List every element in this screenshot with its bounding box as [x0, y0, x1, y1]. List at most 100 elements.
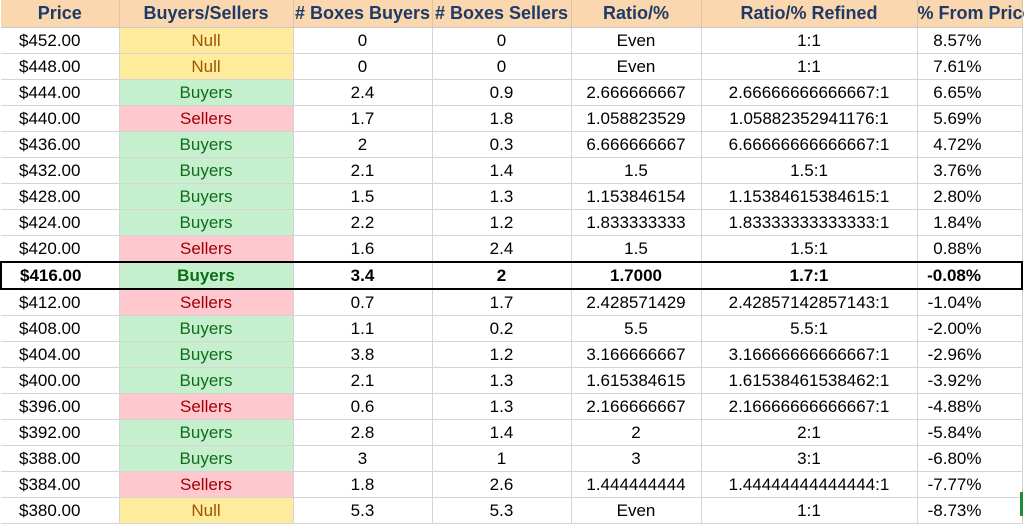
boxes-sellers-cell[interactable]: 1.3 [432, 367, 572, 394]
boxes-buyers-cell[interactable]: 2.1 [293, 367, 433, 394]
boxes-buyers-cell[interactable]: 0.6 [293, 393, 433, 420]
ratio-cell[interactable]: 2 [571, 419, 702, 446]
boxes-sellers-cell[interactable]: 1.3 [432, 183, 572, 210]
price-cell[interactable]: $420.00 [1, 235, 120, 263]
ratio-cell[interactable]: 5.5 [571, 315, 702, 342]
price-cell[interactable]: $440.00 [1, 105, 120, 132]
price-cell[interactable]: $432.00 [1, 157, 120, 184]
from-price-cell[interactable]: 2.80% [917, 183, 1023, 210]
boxes-sellers-cell[interactable]: 0.2 [432, 315, 572, 342]
ratio-cell[interactable]: 1.833333333 [571, 209, 702, 236]
ratio-refined-cell[interactable]: 1.05882352941176:1 [701, 105, 918, 132]
boxes-buyers-cell[interactable]: 2.2 [293, 209, 433, 236]
boxes-sellers-cell[interactable]: 1.3 [432, 393, 572, 420]
from-price-cell[interactable]: 0.88% [917, 235, 1023, 263]
price-cell[interactable]: $392.00 [1, 419, 120, 446]
ratio-refined-cell[interactable]: 2.42857142857143:1 [701, 289, 918, 316]
price-cell[interactable]: $400.00 [1, 367, 120, 394]
price-cell[interactable]: $412.00 [1, 289, 120, 316]
ratio-cell[interactable]: 1.5 [571, 235, 702, 263]
from-price-cell[interactable]: 7.61% [917, 53, 1023, 80]
side-cell[interactable]: Sellers [119, 105, 294, 132]
ratio-refined-cell[interactable]: 1.83333333333333:1 [701, 209, 918, 236]
ratio-refined-cell[interactable]: 1.5:1 [701, 235, 918, 263]
ratio-refined-cell[interactable]: 1:1 [701, 497, 918, 524]
side-cell[interactable]: Buyers [119, 261, 294, 290]
side-cell[interactable]: Sellers [119, 393, 294, 420]
ratio-cell[interactable]: 1.058823529 [571, 105, 702, 132]
boxes-sellers-cell[interactable]: 2.6 [432, 471, 572, 498]
header-boxes-sellers[interactable]: # Boxes Sellers [432, 0, 572, 28]
boxes-sellers-cell[interactable]: 1.2 [432, 209, 572, 236]
ratio-refined-cell[interactable]: 1.15384615384615:1 [701, 183, 918, 210]
from-price-cell[interactable]: -3.92% [917, 367, 1023, 394]
price-cell[interactable]: $428.00 [1, 183, 120, 210]
ratio-cell[interactable]: 2.428571429 [571, 289, 702, 316]
price-cell[interactable]: $408.00 [1, 315, 120, 342]
boxes-sellers-cell[interactable]: 2.4 [432, 235, 572, 263]
ratio-refined-cell[interactable]: 1.7:1 [701, 261, 918, 290]
price-cell[interactable]: $380.00 [1, 497, 120, 524]
from-price-cell[interactable]: 8.57% [917, 27, 1023, 54]
ratio-cell[interactable]: 1.7000 [571, 261, 702, 290]
side-cell[interactable]: Sellers [119, 471, 294, 498]
from-price-cell[interactable]: 5.69% [917, 105, 1023, 132]
from-price-cell[interactable]: 4.72% [917, 131, 1023, 158]
side-cell[interactable]: Buyers [119, 79, 294, 106]
ratio-refined-cell[interactable]: 1.44444444444444:1 [701, 471, 918, 498]
ratio-refined-cell[interactable]: 1:1 [701, 53, 918, 80]
from-price-cell[interactable]: -5.84% [917, 419, 1023, 446]
from-price-cell[interactable]: -2.96% [917, 341, 1023, 368]
header-boxes-buyers[interactable]: # Boxes Buyers [293, 0, 433, 28]
side-cell[interactable]: Null [119, 497, 294, 524]
ratio-refined-cell[interactable]: 6.66666666666667:1 [701, 131, 918, 158]
from-price-cell[interactable]: -2.00% [917, 315, 1023, 342]
from-price-cell[interactable]: -0.08% [917, 261, 1023, 290]
ratio-refined-cell[interactable]: 3:1 [701, 445, 918, 472]
ratio-cell[interactable]: 6.666666667 [571, 131, 702, 158]
ratio-cell[interactable]: 1.5 [571, 157, 702, 184]
from-price-cell[interactable]: -1.04% [917, 289, 1023, 316]
price-cell[interactable]: $452.00 [1, 27, 120, 54]
from-price-cell[interactable]: -8.73% [917, 497, 1023, 524]
side-cell[interactable]: Sellers [119, 235, 294, 263]
boxes-buyers-cell[interactable]: 1.8 [293, 471, 433, 498]
boxes-sellers-cell[interactable]: 0 [432, 53, 572, 80]
side-cell[interactable]: Null [119, 27, 294, 54]
ratio-cell[interactable]: 3.166666667 [571, 341, 702, 368]
side-cell[interactable]: Null [119, 53, 294, 80]
header-buyers-sellers[interactable]: Buyers/Sellers [119, 0, 294, 28]
ratio-cell[interactable]: Even [571, 53, 702, 80]
side-cell[interactable]: Buyers [119, 183, 294, 210]
side-cell[interactable]: Buyers [119, 157, 294, 184]
ratio-cell[interactable]: Even [571, 27, 702, 54]
side-cell[interactable]: Buyers [119, 341, 294, 368]
ratio-refined-cell[interactable]: 2.16666666666667:1 [701, 393, 918, 420]
ratio-cell[interactable]: 2.166666667 [571, 393, 702, 420]
boxes-buyers-cell[interactable]: 3.4 [293, 261, 433, 290]
boxes-buyers-cell[interactable]: 1.1 [293, 315, 433, 342]
price-cell[interactable]: $424.00 [1, 209, 120, 236]
boxes-buyers-cell[interactable]: 0.7 [293, 289, 433, 316]
boxes-buyers-cell[interactable]: 2.1 [293, 157, 433, 184]
boxes-sellers-cell[interactable]: 0.9 [432, 79, 572, 106]
boxes-buyers-cell[interactable]: 2.4 [293, 79, 433, 106]
boxes-buyers-cell[interactable]: 1.6 [293, 235, 433, 263]
from-price-cell[interactable]: 1.84% [917, 209, 1023, 236]
header-from-price[interactable]: % From Price [917, 0, 1024, 28]
ratio-cell[interactable]: 1.153846154 [571, 183, 702, 210]
price-cell[interactable]: $384.00 [1, 471, 120, 498]
price-cell[interactable]: $448.00 [1, 53, 120, 80]
boxes-sellers-cell[interactable]: 5.3 [432, 497, 572, 524]
ratio-refined-cell[interactable]: 2.66666666666667:1 [701, 79, 918, 106]
header-ratio-refined[interactable]: Ratio/% Refined [701, 0, 918, 28]
side-cell[interactable]: Buyers [119, 209, 294, 236]
cell-fill-handle[interactable] [1020, 492, 1023, 516]
price-cell[interactable]: $436.00 [1, 131, 120, 158]
boxes-buyers-cell[interactable]: 3 [293, 445, 433, 472]
boxes-sellers-cell[interactable]: 2 [432, 261, 572, 290]
boxes-buyers-cell[interactable]: 0 [293, 53, 433, 80]
boxes-sellers-cell[interactable]: 1.4 [432, 157, 572, 184]
from-price-cell[interactable]: -4.88% [917, 393, 1023, 420]
boxes-buyers-cell[interactable]: 5.3 [293, 497, 433, 524]
